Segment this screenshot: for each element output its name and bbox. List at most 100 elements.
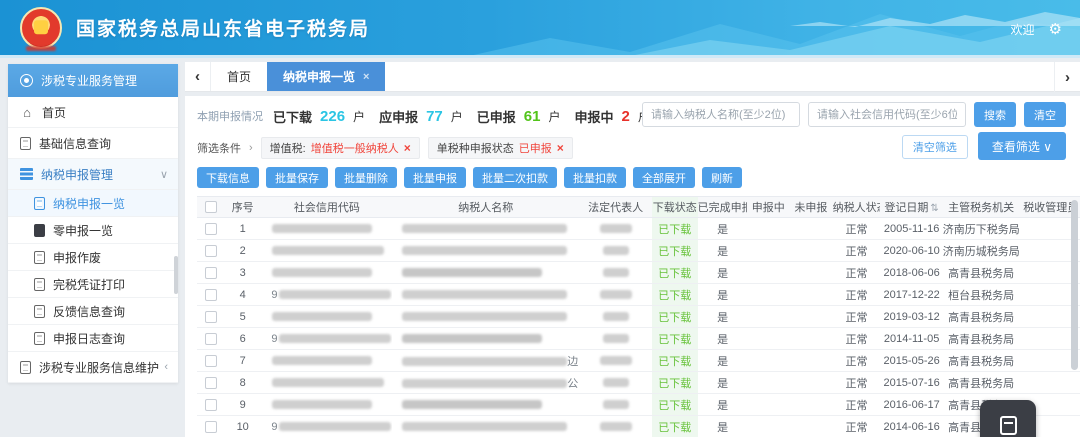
gear-icon[interactable]: ⚙: [1049, 22, 1062, 37]
row-legal-rep: [579, 372, 652, 394]
tab-close-icon[interactable]: ×: [363, 71, 369, 83]
floating-action-button[interactable]: [980, 400, 1036, 437]
sidebar-item-basic-info-query[interactable]: 基础信息查询: [8, 128, 178, 159]
row-checkbox[interactable]: [205, 399, 217, 411]
document-icon: [34, 251, 45, 264]
clear-filter-button[interactable]: 清空筛选: [902, 135, 968, 159]
remove-filter-icon[interactable]: ×: [404, 141, 411, 155]
batch-deduction-button[interactable]: 批量扣款: [564, 167, 626, 188]
redacted-taxpayer-name: [402, 334, 542, 343]
row-legal-rep: [579, 328, 652, 350]
redacted-taxpayer-name: [402, 246, 567, 255]
row-undeclared: [789, 306, 833, 328]
document-icon: [34, 224, 45, 237]
sidebar-item-feedback-info-query[interactable]: 反馈信息查询: [8, 298, 178, 325]
sort-icon[interactable]: ⇅: [930, 203, 938, 214]
download-info-button[interactable]: 下载信息: [197, 167, 259, 188]
row-taxpayer-name: [392, 328, 579, 350]
redacted-taxpayer-name: [402, 290, 567, 299]
clear-button[interactable]: 清空: [1024, 102, 1066, 127]
row-checkbox[interactable]: [205, 355, 217, 367]
row-checkbox[interactable]: [205, 377, 217, 389]
chevron-collapsed-icon: ‹: [164, 361, 168, 373]
view-filter-button[interactable]: 查看筛选 ∨: [978, 132, 1066, 160]
row-checkbox[interactable]: [205, 245, 217, 257]
row-tax-authority: 高青县税务局: [943, 262, 1020, 284]
sidebar-item-declaration-log-query[interactable]: 申报日志查询: [8, 325, 178, 352]
stat-declaring-count: 2: [622, 108, 630, 125]
sidebar-item-tax-declaration-list[interactable]: 纳税申报一览: [8, 190, 178, 217]
row-checkbox[interactable]: [205, 267, 217, 279]
search-cluster: 搜索 清空: [642, 102, 1066, 127]
row-declaring: [747, 328, 789, 350]
row-taxpayer-name: [392, 262, 579, 284]
table-row: 9 已下载 是 正常 2016-06-17 高青县税务局: [197, 394, 1080, 416]
sidebar-item-home[interactable]: ⌂ 首页: [8, 97, 178, 128]
row-completed: 是: [698, 394, 748, 416]
row-taxpayer-status: 正常: [833, 218, 881, 240]
filter-label: 筛选条件: [197, 140, 241, 156]
credit-code-input[interactable]: [808, 102, 966, 127]
sidebar-item-tax-certificate-print[interactable]: 完税凭证打印: [8, 271, 178, 298]
batch-toolbar: 下载信息 批量保存 批量删除 批量申报 批量二次扣款 批量扣款 全部展开 刷新: [197, 167, 1070, 188]
batch-declare-button[interactable]: 批量申报: [404, 167, 466, 188]
row-legal-rep: [579, 240, 652, 262]
row-legal-rep: [579, 284, 652, 306]
row-download-status: 已下载: [652, 240, 698, 262]
content-scrollbar-thumb[interactable]: [1071, 200, 1078, 370]
row-seq: 6: [224, 328, 261, 350]
remove-filter-icon[interactable]: ×: [557, 141, 564, 155]
taxpayer-name-input[interactable]: [642, 102, 800, 127]
row-taxpayer-name: [392, 218, 579, 240]
row-checkbox[interactable]: [205, 311, 217, 323]
row-checkbox[interactable]: [205, 333, 217, 345]
search-button[interactable]: 搜索: [974, 102, 1016, 127]
row-completed: 是: [698, 416, 748, 437]
row-download-status: 已下载: [652, 284, 698, 306]
row-completed: 是: [698, 328, 748, 350]
batch-save-button[interactable]: 批量保存: [266, 167, 328, 188]
sidebar-item-zero-declaration-list[interactable]: 零申报一览: [8, 217, 178, 244]
row-declaring: [747, 350, 789, 372]
row-completed: 是: [698, 284, 748, 306]
batch-second-deduction-button[interactable]: 批量二次扣款: [473, 167, 557, 188]
row-declaring: [747, 284, 789, 306]
row-undeclared: [789, 372, 833, 394]
tabs-forward-arrow[interactable]: ›: [1054, 62, 1080, 92]
row-checkbox[interactable]: [205, 421, 217, 433]
redacted-taxpayer-name: [402, 400, 542, 409]
redacted-taxpayer-name: [402, 312, 567, 321]
sidebar-section-tax-service-management[interactable]: 涉税专业服务管理: [8, 64, 178, 97]
row-reg-date: 2019-03-12: [880, 306, 942, 328]
sidebar-item-declaration-void[interactable]: 申报作废: [8, 244, 178, 271]
row-undeclared: [789, 240, 833, 262]
redacted-legal-rep: [600, 224, 632, 233]
row-download-status: 已下载: [652, 394, 698, 416]
tab-home[interactable]: 首页: [211, 62, 267, 91]
batch-delete-button[interactable]: 批量删除: [335, 167, 397, 188]
sidebar-scrollbar-thumb[interactable]: [174, 256, 178, 294]
row-checkbox[interactable]: [205, 223, 217, 235]
redacted-legal-rep: [603, 268, 629, 277]
refresh-button[interactable]: 刷新: [702, 167, 742, 188]
row-seq: 7: [224, 350, 261, 372]
row-checkbox[interactable]: [205, 289, 217, 301]
row-taxpayer-name: 边: [392, 350, 579, 372]
redacted-legal-rep: [603, 334, 629, 343]
filter-tag-vat: 增值税: 增值税一般纳税人 ×: [261, 137, 420, 159]
redacted-taxpayer-name: [402, 224, 567, 233]
tabs-back-arrow[interactable]: ‹: [185, 62, 211, 91]
sidebar-item-tax-service-info-maintenance[interactable]: 涉税专业服务信息维护 ‹: [8, 352, 178, 383]
row-completed: 是: [698, 306, 748, 328]
redacted-credit-code: [272, 400, 372, 409]
sidebar-group-tax-declaration-management[interactable]: 纳税申报管理 ∨: [8, 159, 178, 190]
tab-tax-declaration-list[interactable]: 纳税申报一览 ×: [267, 62, 385, 91]
row-tax-authority: 高青县税务局: [943, 372, 1020, 394]
row-taxpayer-status: 正常: [833, 328, 881, 350]
redacted-credit-code: [279, 422, 391, 431]
row-taxpayer-status: 正常: [833, 262, 881, 284]
select-all-checkbox[interactable]: [205, 201, 217, 213]
expand-all-button[interactable]: 全部展开: [633, 167, 695, 188]
redacted-credit-code: [279, 334, 391, 343]
row-completed: 是: [698, 218, 748, 240]
